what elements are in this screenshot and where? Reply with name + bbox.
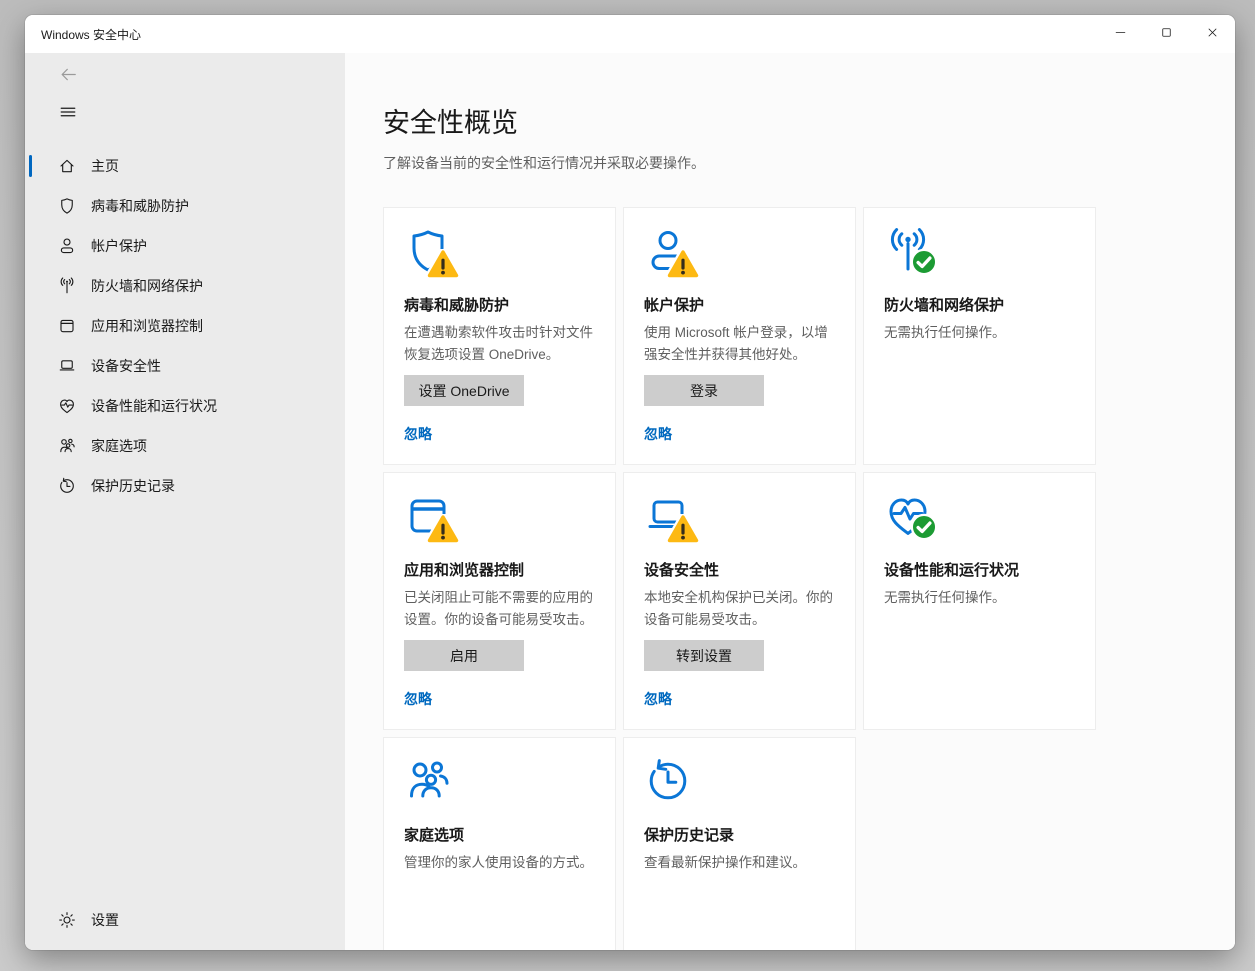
card-description: 无需执行任何操作。 — [884, 322, 1075, 344]
dismiss-link[interactable]: 忽略 — [404, 689, 432, 709]
active-indicator — [29, 155, 32, 177]
gear-icon — [58, 911, 76, 929]
sidebar-item-5[interactable]: 设备安全性 — [25, 346, 345, 386]
card-title: 防火墙和网络保护 — [884, 294, 1075, 315]
warning-triangle-icon — [427, 514, 459, 544]
sidebar-item-6[interactable]: 设备性能和运行状况 — [25, 386, 345, 426]
sidebar-item-label: 防火墙和网络保护 — [91, 276, 203, 296]
card-description: 管理你的家人使用设备的方式。 — [404, 852, 595, 874]
sidebar-item-label: 主页 — [91, 156, 119, 176]
sidebar-nav: 主页 病毒和威胁防护 帐户保护 防火墙和网络保护 应用和浏览器控制 设备安全性 … — [25, 146, 345, 506]
sidebar-item-label: 设备安全性 — [91, 356, 161, 376]
sidebar-item-7[interactable]: 家庭选项 — [25, 426, 345, 466]
card-title: 设备性能和运行状况 — [884, 559, 1075, 580]
card-title: 帐户保护 — [644, 294, 835, 315]
card-description: 已关闭阻止可能不需要的应用的设置。你的设备可能易受攻击。 — [404, 587, 595, 630]
laptop-icon — [58, 357, 76, 375]
card-description: 在遭遇勒索软件攻击时针对文件恢复选项设置 OneDrive。 — [404, 322, 595, 365]
close-icon — [1205, 25, 1220, 43]
main-content: 安全性概览 了解设备当前的安全性和运行情况并采取必要操作。 病毒和威胁防护 在遭… — [345, 53, 1235, 950]
ok-check-icon — [910, 248, 938, 276]
dismiss-link[interactable]: 忽略 — [404, 424, 432, 444]
heart-pulse-icon — [58, 397, 76, 415]
security-card-6: 家庭选项 管理你的家人使用设备的方式。 — [383, 737, 616, 950]
dismiss-link[interactable]: 忽略 — [644, 689, 672, 709]
sidebar-item-0[interactable]: 主页 — [25, 146, 345, 186]
card-description: 查看最新保护操作和建议。 — [644, 852, 835, 874]
sidebar-item-label: 家庭选项 — [91, 436, 147, 456]
sidebar-item-label: 应用和浏览器控制 — [91, 316, 203, 336]
menu-button[interactable] — [57, 103, 79, 121]
minimize-icon — [1113, 25, 1128, 43]
sidebar-footer: 设置 — [25, 900, 345, 940]
card-description: 无需执行任何操作。 — [884, 587, 1075, 609]
security-card-0: 病毒和威胁防护 在遭遇勒索软件攻击时针对文件恢复选项设置 OneDrive。 设… — [383, 207, 616, 465]
card-description: 本地安全机构保护已关闭。你的设备可能易受攻击。 — [644, 587, 835, 630]
back-button[interactable] — [55, 63, 81, 89]
security-card-5: 设备性能和运行状况 无需执行任何操作。 — [863, 472, 1096, 730]
sidebar-item-label: 病毒和威胁防护 — [91, 196, 189, 216]
sidebar-item-label: 保护历史记录 — [91, 476, 175, 496]
security-card-1: 帐户保护 使用 Microsoft 帐户登录，以增强安全性并获得其他好处。 登录… — [623, 207, 856, 465]
sidebar-item-3[interactable]: 防火墙和网络保护 — [25, 266, 345, 306]
security-card-3: 应用和浏览器控制 已关闭阻止可能不需要的应用的设置。你的设备可能易受攻击。 启用… — [383, 472, 616, 730]
sidebar-item-settings[interactable]: 设置 — [25, 900, 345, 940]
sidebar-item-8[interactable]: 保护历史记录 — [25, 466, 345, 506]
security-card-7: 保护历史记录 查看最新保护操作和建议。 — [623, 737, 856, 950]
shield-icon — [58, 197, 76, 215]
titlebar: Windows 安全中心 — [25, 15, 1235, 53]
window-title: Windows 安全中心 — [25, 26, 141, 43]
history-icon — [58, 477, 76, 495]
card-title: 应用和浏览器控制 — [404, 559, 595, 580]
card-title: 家庭选项 — [404, 824, 595, 845]
card-action-button[interactable]: 转到设置 — [644, 640, 764, 671]
warning-triangle-icon — [667, 514, 699, 544]
history-icon — [644, 757, 692, 805]
sidebar: 主页 病毒和威胁防护 帐户保护 防火墙和网络保护 应用和浏览器控制 设备安全性 … — [25, 53, 345, 950]
card-action-button[interactable]: 启用 — [404, 640, 524, 671]
security-card-4: 设备安全性 本地安全机构保护已关闭。你的设备可能易受攻击。 转到设置 忽略 — [623, 472, 856, 730]
dismiss-link[interactable]: 忽略 — [644, 424, 672, 444]
card-title: 保护历史记录 — [644, 824, 835, 845]
warning-triangle-icon — [667, 249, 699, 279]
app-window-icon — [58, 317, 76, 335]
person-icon — [58, 237, 76, 255]
family-icon — [404, 757, 452, 805]
family-icon — [58, 437, 76, 455]
sidebar-item-1[interactable]: 病毒和威胁防护 — [25, 186, 345, 226]
network-icon — [58, 277, 76, 295]
maximize-button[interactable] — [1143, 15, 1189, 53]
minimize-button[interactable] — [1097, 15, 1143, 53]
close-button[interactable] — [1189, 15, 1235, 53]
page-title: 安全性概览 — [383, 101, 518, 140]
sidebar-item-4[interactable]: 应用和浏览器控制 — [25, 306, 345, 346]
sidebar-item-label: 设置 — [91, 910, 119, 930]
windows-security-window: Windows 安全中心 主页 病毒和威胁防护 帐户保护 — [25, 15, 1235, 950]
sidebar-item-label: 帐户保护 — [91, 236, 147, 256]
security-cards-grid: 病毒和威胁防护 在遭遇勒索软件攻击时针对文件恢复选项设置 OneDrive。 设… — [383, 207, 1098, 950]
ok-check-icon — [910, 513, 938, 541]
sidebar-item-label: 设备性能和运行状况 — [91, 396, 217, 416]
home-icon — [58, 157, 76, 175]
page-subtitle: 了解设备当前的安全性和运行情况并采取必要操作。 — [383, 153, 705, 173]
warning-triangle-icon — [427, 249, 459, 279]
card-title: 病毒和威胁防护 — [404, 294, 595, 315]
card-action-button[interactable]: 登录 — [644, 375, 764, 406]
maximize-icon — [1159, 25, 1174, 43]
card-action-button[interactable]: 设置 OneDrive — [404, 375, 524, 406]
hamburger-menu-icon — [59, 109, 77, 124]
back-arrow-icon — [59, 72, 78, 87]
card-description: 使用 Microsoft 帐户登录，以增强安全性并获得其他好处。 — [644, 322, 835, 365]
sidebar-item-2[interactable]: 帐户保护 — [25, 226, 345, 266]
card-title: 设备安全性 — [644, 559, 835, 580]
security-card-2: 防火墙和网络保护 无需执行任何操作。 — [863, 207, 1096, 465]
